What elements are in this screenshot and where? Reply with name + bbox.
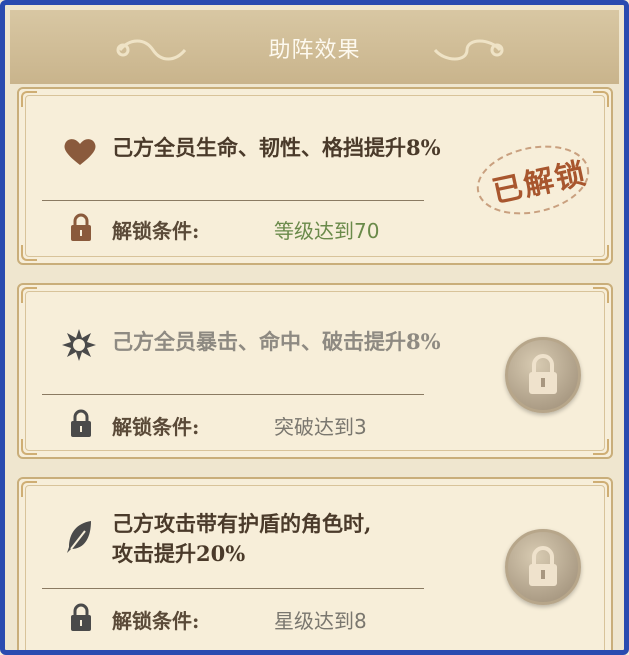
lock-icon bbox=[71, 603, 91, 631]
corner-ornament bbox=[593, 245, 609, 261]
corner-ornament bbox=[593, 481, 609, 497]
bonus-card-2[interactable]: 己方全员暴击、命中、破击提升8% 解锁条件: 突破达到3 bbox=[17, 283, 613, 459]
condition-label: 解锁条件: bbox=[112, 415, 200, 439]
right-swirl-ornament bbox=[433, 39, 504, 61]
corner-ornament bbox=[21, 287, 37, 303]
divider bbox=[42, 588, 424, 589]
condition-label: 解锁条件: bbox=[112, 609, 200, 633]
effect-text: 己方全员暴击、命中、破击提升8% bbox=[112, 329, 441, 354]
corner-ornament bbox=[21, 91, 37, 107]
panel-header: 助阵效果 bbox=[10, 10, 619, 84]
divider bbox=[42, 394, 424, 395]
locked-badge[interactable] bbox=[505, 337, 581, 413]
effect-text-line1: 己方攻击带有护盾的角色时, bbox=[112, 511, 372, 536]
lock-icon bbox=[529, 354, 557, 394]
corner-ornament bbox=[593, 287, 609, 303]
feather-icon bbox=[67, 521, 91, 553]
divider bbox=[42, 200, 424, 201]
corner-ornament bbox=[21, 439, 37, 455]
condition-value: 星级达到8 bbox=[274, 609, 367, 633]
condition-value: 等级达到70 bbox=[274, 219, 380, 243]
lock-icon bbox=[71, 213, 91, 241]
lock-icon bbox=[71, 409, 91, 437]
bonus-panel: 助阵效果 己方全员生命、韧性、格挡提升8% 解锁条件: 等级达到70 已解锁 己… bbox=[0, 0, 629, 655]
locked-badge[interactable] bbox=[505, 529, 581, 605]
effect-text: 己方全员生命、韧性、格挡提升8% bbox=[112, 135, 441, 160]
condition-label: 解锁条件: bbox=[112, 219, 200, 243]
heart-icon bbox=[64, 139, 96, 165]
corner-ornament bbox=[21, 481, 37, 497]
effect-text-line2: 攻击提升20% bbox=[112, 541, 246, 566]
corner-ornament bbox=[593, 439, 609, 455]
burst-icon bbox=[62, 329, 96, 361]
corner-ornament bbox=[593, 91, 609, 107]
page-title: 助阵效果 bbox=[268, 38, 361, 63]
condition-value: 突破达到3 bbox=[274, 415, 367, 439]
lock-icon bbox=[529, 546, 557, 586]
bonus-card-3[interactable]: 己方攻击带有护盾的角色时, 攻击提升20% 解锁条件: 星级达到8 bbox=[17, 477, 613, 650]
corner-ornament bbox=[21, 245, 37, 261]
